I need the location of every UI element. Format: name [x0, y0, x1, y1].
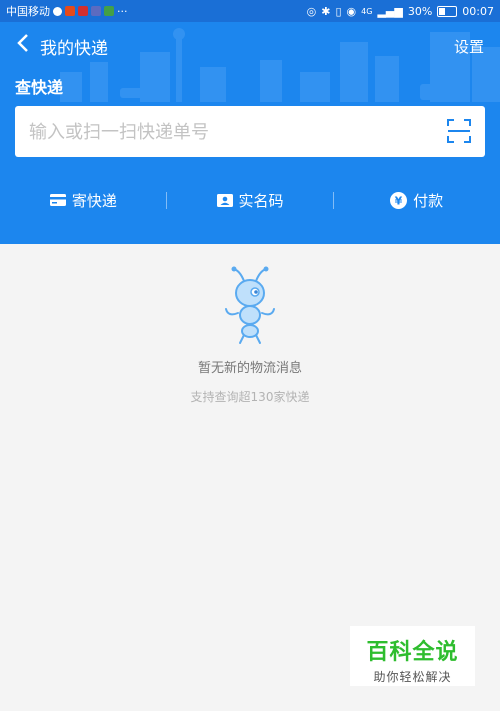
- signal-icon: ▂▄▆: [377, 4, 403, 18]
- back-button[interactable]: [12, 33, 34, 57]
- more-notifications: ···: [117, 4, 128, 18]
- battery-percent: 30%: [407, 4, 433, 18]
- battery-icon: [437, 5, 458, 17]
- action-bar: 寄快递 实名码 ¥ 付款: [0, 182, 500, 218]
- section-title: 查快递: [15, 78, 64, 97]
- nfc-icon: ◎: [306, 4, 317, 18]
- scan-icon[interactable]: [447, 119, 471, 143]
- send-express-button[interactable]: 寄快递: [0, 182, 167, 218]
- app-notification-icon: [104, 6, 114, 16]
- page-title: 我的快递: [40, 39, 108, 59]
- header: 我的快递 设置 查快递 寄快递: [0, 22, 500, 244]
- chevron-left-icon: [17, 34, 28, 52]
- empty-state-subtitle: 支持查询超130家快递: [190, 390, 310, 404]
- send-express-label: 寄快递: [71, 191, 117, 210]
- app-notification-icon: [91, 6, 101, 16]
- empty-state-title: 暂无新的物流消息: [197, 361, 302, 376]
- settings-button[interactable]: 设置: [454, 36, 484, 57]
- vibrate-icon: ▯: [335, 4, 342, 18]
- eye-comfort-icon: ◉: [346, 4, 357, 18]
- yuan-icon: ¥: [390, 191, 408, 209]
- app-notification-icon: [78, 6, 88, 16]
- watermark-logo: 百科全说 助你轻松解决: [350, 626, 475, 686]
- carrier-label: 中国移动: [6, 5, 50, 18]
- tracking-number-input[interactable]: [27, 106, 431, 159]
- status-left: 中国移动 ···: [6, 3, 128, 19]
- card-icon: [49, 194, 66, 206]
- real-name-code-label: 实名码: [238, 191, 284, 210]
- id-card-icon: [216, 193, 233, 207]
- empty-state: 暂无新的物流消息 支持查询超130家快递: [0, 265, 500, 405]
- ant-mascot-icon: [225, 266, 275, 344]
- search-box: [15, 106, 485, 159]
- svg-text:¥: ¥: [395, 194, 403, 207]
- status-bar: 中国移动 ··· ◎ ✱ ▯ ◉ 4G ▂▄▆ 30% 00:07: [0, 0, 500, 22]
- payment-button[interactable]: ¥ 付款: [333, 182, 500, 218]
- watermark-subtitle: 助你轻松解决: [373, 670, 452, 684]
- real-name-code-button[interactable]: 实名码: [167, 182, 334, 218]
- status-right: ◎ ✱ ▯ ◉ 4G ▂▄▆ 30% 00:07: [307, 5, 494, 18]
- payment-label: 付款: [413, 191, 444, 210]
- bluetooth-icon: ✱: [321, 4, 331, 18]
- signal-label: 4G: [361, 6, 373, 16]
- app-notification-icon: [65, 6, 75, 16]
- top-bar: 我的快递 设置: [0, 30, 500, 60]
- notification-icon: [53, 6, 62, 16]
- watermark-title: 百科全说: [366, 640, 459, 665]
- clock: 00:07: [462, 4, 494, 18]
